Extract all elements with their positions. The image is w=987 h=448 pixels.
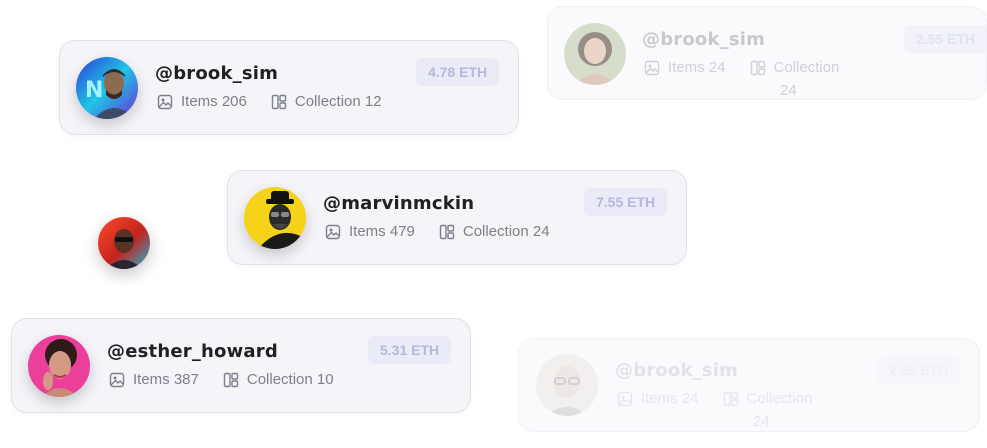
- user-card[interactable]: N @brook_sim Items 206 Collection 12 4.7…: [59, 40, 519, 135]
- grid-icon: [439, 224, 455, 240]
- user-stats: Items 479 Collection 24: [325, 223, 550, 240]
- items-count: Items 24: [668, 59, 726, 76]
- user-handle[interactable]: @brook_sim: [155, 63, 278, 84]
- user-stats: Items 387 Collection 10: [109, 371, 334, 388]
- items-count: Items 24: [641, 390, 699, 407]
- collection-value-wrap: 24: [753, 413, 770, 430]
- user-stats: Items 24 Collection: [644, 59, 839, 76]
- neon-man-avatar-icon: N: [76, 57, 138, 119]
- collection-stat: Collection: [723, 390, 813, 407]
- items-count: Items 479: [349, 223, 415, 240]
- price-badge: 7.55 ETH: [584, 188, 668, 216]
- image-icon: [109, 372, 125, 388]
- user-card[interactable]: @brook_sim Items 24 Collection 24 2.55 E…: [547, 6, 987, 100]
- collection-stat: Collection 10: [223, 371, 334, 388]
- items-stat: Items 24: [617, 390, 699, 407]
- grid-icon: [223, 372, 239, 388]
- user-stats: Items 206 Collection 12: [157, 93, 382, 110]
- woman-smiling-avatar-icon: [564, 23, 626, 85]
- collection-count: Collection: [773, 59, 840, 76]
- collection-count: Collection 24: [462, 223, 550, 240]
- user-avatar: [28, 335, 90, 397]
- user-avatar: [564, 23, 626, 85]
- glasses-man-avatar-icon: [536, 354, 598, 416]
- price-badge: 2.55 ETH: [904, 25, 987, 53]
- svg-text:N: N: [85, 78, 103, 103]
- floating-avatar[interactable]: [98, 217, 150, 269]
- items-stat: Items 479: [325, 223, 415, 240]
- image-icon: [157, 94, 173, 110]
- collection-value: 24: [780, 82, 797, 99]
- items-stat: Items 206: [157, 93, 247, 110]
- items-count: Items 206: [181, 93, 247, 110]
- collection-count: Collection: [746, 390, 813, 407]
- user-handle[interactable]: @esther_howard: [107, 341, 278, 362]
- woman-pink-avatar-icon: [28, 335, 90, 397]
- grid-icon: [271, 94, 287, 110]
- user-handle[interactable]: @brook_sim: [642, 29, 765, 50]
- grid-icon: [750, 60, 766, 76]
- user-avatar: N: [76, 57, 138, 119]
- image-icon: [325, 224, 341, 240]
- hat-man-avatar-icon: [244, 187, 306, 249]
- user-card[interactable]: @esther_howard Items 387 Collection 10 5…: [11, 318, 471, 413]
- collection-stat: Collection: [750, 59, 840, 76]
- price-badge: 2.55 ETH: [877, 356, 961, 384]
- items-stat: Items 387: [109, 371, 199, 388]
- collection-value: 24: [753, 413, 770, 430]
- image-icon: [617, 391, 633, 407]
- items-count: Items 387: [133, 371, 199, 388]
- user-avatar: [536, 354, 598, 416]
- user-handle[interactable]: @marvinmckin: [323, 193, 474, 214]
- grid-icon: [723, 391, 739, 407]
- collection-count: Collection 12: [294, 93, 382, 110]
- collection-count: Collection 10: [246, 371, 334, 388]
- image-icon: [644, 60, 660, 76]
- user-handle[interactable]: @brook_sim: [615, 360, 738, 381]
- price-badge: 4.78 ETH: [416, 58, 500, 86]
- items-stat: Items 24: [644, 59, 726, 76]
- neon-portrait-avatar-icon: [98, 217, 150, 269]
- collection-stat: Collection 24: [439, 223, 550, 240]
- collection-value-wrap: 24: [780, 82, 797, 99]
- price-badge: 5.31 ETH: [368, 336, 452, 364]
- collection-stat: Collection 12: [271, 93, 382, 110]
- user-card[interactable]: @marvinmckin Items 479 Collection 24 7.5…: [227, 170, 687, 265]
- user-stats: Items 24 Collection: [617, 390, 812, 407]
- user-avatar: [244, 187, 306, 249]
- user-card[interactable]: @brook_sim Items 24 Collection 24 2.55 E…: [518, 338, 980, 432]
